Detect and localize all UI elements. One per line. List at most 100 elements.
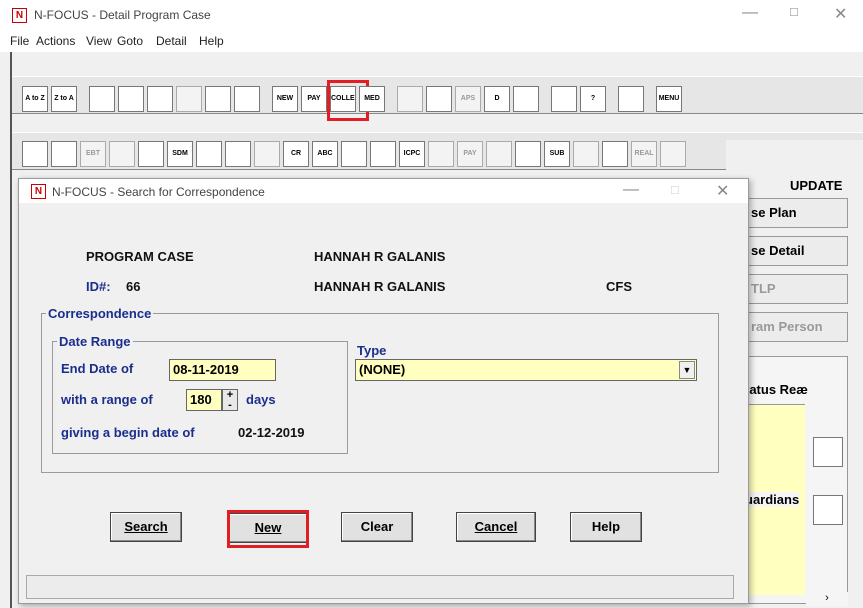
end-date-input[interactable]: 08-11-2019 [169, 359, 276, 381]
id-label: ID#: [86, 279, 111, 294]
pay-dollar-icon[interactable]: PAY [457, 141, 483, 167]
help-button[interactable]: Help [570, 512, 642, 542]
tlp-label: TLP [751, 281, 776, 296]
new-button-highlight [227, 510, 309, 548]
tools-icon[interactable] [89, 86, 115, 112]
range-stepper-icon[interactable]: + - [222, 389, 238, 411]
child-icon[interactable] [486, 141, 512, 167]
bookmark-icon[interactable] [234, 86, 260, 112]
clear-button-label: Clear [360, 519, 394, 534]
sort-az-icon[interactable]: A to Z [22, 86, 48, 112]
eraser-icon[interactable] [118, 86, 144, 112]
status-bar [26, 575, 734, 599]
search-button-label: Search [124, 519, 168, 534]
range-label: with a range of [61, 392, 153, 407]
guardians-label: uardians [745, 492, 800, 507]
dollar-box-icon[interactable] [660, 141, 686, 167]
telephone-icon[interactable] [515, 141, 541, 167]
cancel-button-label: Cancel [474, 519, 518, 534]
list-edit-icon[interactable] [573, 141, 599, 167]
dialog-close-icon[interactable]: ✕ [716, 181, 729, 201]
close-icon[interactable]: ✕ [834, 4, 847, 24]
scroll-right-icon[interactable]: › [806, 592, 848, 606]
status-reason-header: tatus Reæ [745, 382, 808, 397]
main-window-title: N-FOCUS - Detail Program Case [34, 8, 211, 22]
program-type: CFS [606, 279, 632, 294]
open-folder-icon[interactable] [618, 86, 644, 112]
d-icon[interactable]: D [484, 86, 510, 112]
court-icon[interactable] [341, 141, 367, 167]
copy-icon[interactable] [397, 86, 423, 112]
side-person-icon[interactable] [813, 495, 843, 525]
id-value: 66 [126, 279, 141, 294]
form-icon[interactable] [147, 86, 173, 112]
begin-date-label: giving a begin date of [61, 425, 195, 440]
n-focus-logo-icon: N [12, 8, 27, 23]
building-icon[interactable] [109, 141, 135, 167]
ebt-icon[interactable]: EBT [80, 141, 106, 167]
menu-help[interactable]: Help [199, 34, 224, 48]
menu-goto[interactable]: Goto [117, 34, 143, 48]
transfer-icon[interactable] [51, 141, 77, 167]
date-range-legend: Date Range [59, 334, 131, 349]
maximize-icon[interactable]: □ [790, 4, 798, 19]
new-correspondence-icon[interactable]: NEW [272, 86, 298, 112]
phone-alt-icon[interactable] [225, 141, 251, 167]
dialog-title: N-FOCUS - Search for Correspondence [52, 185, 265, 199]
people-icon[interactable] [426, 86, 452, 112]
help-question-icon[interactable]: ? [580, 86, 606, 112]
phone-icon[interactable] [196, 141, 222, 167]
cancel-button[interactable]: Cancel [456, 512, 536, 542]
calendar-icon[interactable] [513, 86, 539, 112]
menu-view[interactable]: View [86, 34, 112, 48]
family-icon[interactable] [22, 141, 48, 167]
collect-icon[interactable]: COLLECT [330, 86, 356, 112]
help-button-label: Help [591, 519, 621, 534]
case-plan-label: se Plan [751, 205, 797, 220]
bar-chart-icon[interactable] [551, 86, 577, 112]
search-button[interactable]: Search [110, 512, 182, 542]
begin-date-value: 02-12-2019 [238, 425, 305, 440]
type-select[interactable]: (NONE) [355, 359, 697, 381]
aps-icon[interactable]: APS [455, 86, 481, 112]
edit-person-icon[interactable] [428, 141, 454, 167]
sdm-icon[interactable]: SDM [167, 141, 193, 167]
correspondence-legend: Correspondence [48, 306, 152, 321]
family-edit-icon[interactable] [602, 141, 628, 167]
med-icon[interactable]: MED [359, 86, 385, 112]
chevron-down-icon[interactable]: ▼ [679, 361, 695, 379]
menu-detail[interactable]: Detail [156, 34, 187, 48]
house-icon[interactable] [138, 141, 164, 167]
sub-dollar-icon[interactable]: SUB [544, 141, 570, 167]
sort-za-icon[interactable]: Z to A [51, 86, 77, 112]
grid-edit-icon[interactable] [254, 141, 280, 167]
dialog-maximize-icon[interactable]: □ [671, 182, 679, 197]
update-label: UPDATE [790, 178, 843, 193]
range-input[interactable]: 180 [186, 389, 222, 411]
program-case-name: HANNAH R GALANIS [314, 249, 446, 264]
real-icon[interactable]: REAL [631, 141, 657, 167]
icpc-icon[interactable]: ICPC [399, 141, 425, 167]
clear-button[interactable]: Clear [341, 512, 413, 542]
edit-doc-icon[interactable] [205, 86, 231, 112]
side-edit-icon[interactable] [813, 437, 843, 467]
end-date-label: End Date of [61, 361, 134, 376]
abc-icon[interactable]: ABC [312, 141, 338, 167]
program-case-label: PROGRAM CASE [86, 249, 194, 264]
menu-bar: File Actions View Goto Detail Help [0, 30, 863, 52]
type-label: Type [357, 343, 387, 358]
case-detail-label: se Detail [751, 243, 805, 258]
dialog-minimize-icon[interactable]: — [623, 181, 639, 199]
search-correspondence-dialog: N N-FOCUS - Search for Correspondence — … [18, 178, 749, 604]
dialog-logo-icon: N [31, 184, 46, 199]
minimize-icon[interactable]: — [742, 4, 758, 22]
range-unit: days [246, 392, 276, 407]
menu-icon[interactable]: MENU [656, 86, 682, 112]
cr-icon[interactable]: CR [283, 141, 309, 167]
document-icon[interactable] [176, 86, 202, 112]
type-select-value: (NONE) [359, 362, 406, 377]
handshake-icon[interactable] [370, 141, 396, 167]
menu-actions[interactable]: Actions [36, 34, 75, 48]
pay-icon[interactable]: PAY [301, 86, 327, 112]
menu-file[interactable]: File [10, 34, 29, 48]
